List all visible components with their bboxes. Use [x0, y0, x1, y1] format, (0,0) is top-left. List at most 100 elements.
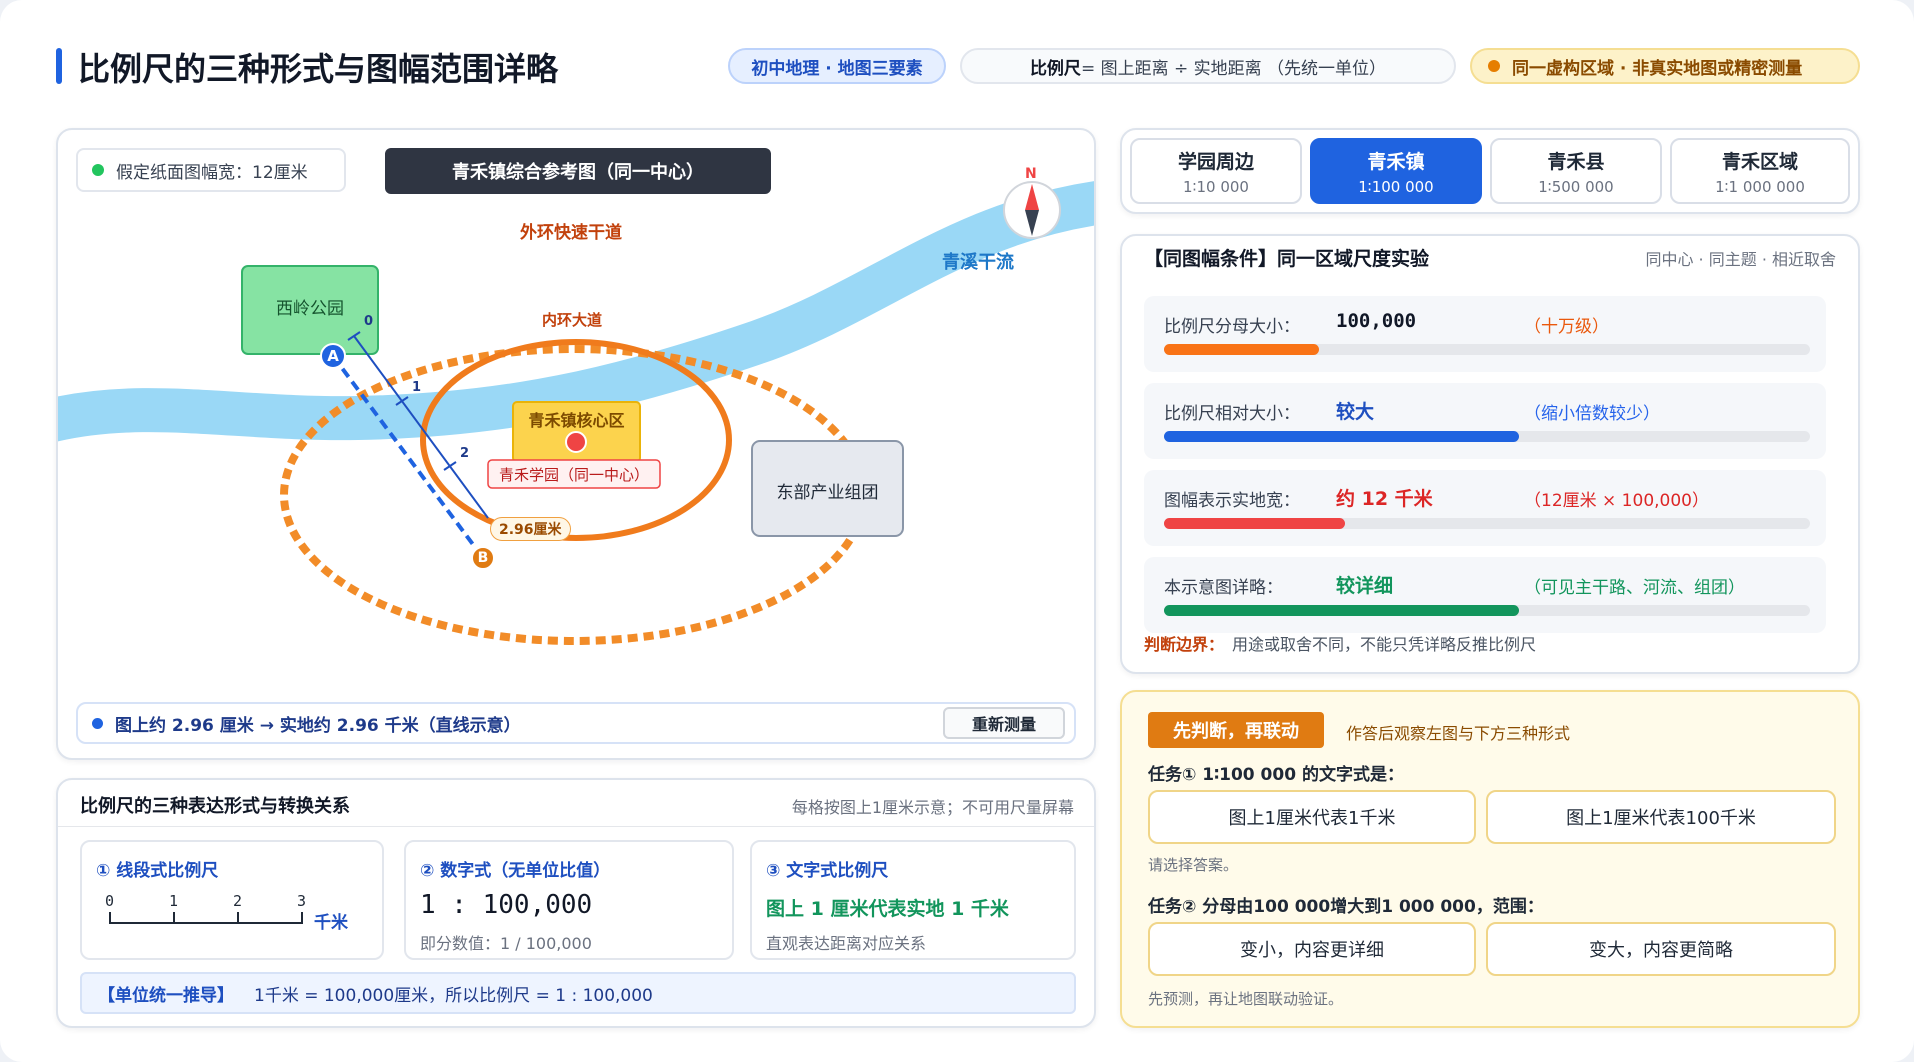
tab-campus-area-name: 学园周边 — [1177, 150, 1254, 173]
tab-town-name: 青禾镇 — [1367, 150, 1425, 173]
point-b-marker[interactable]: B — [471, 546, 495, 570]
text-scale-card: ③ 文字式比例尺 图上 1 厘米代表实地 1 千米 直观表达距离对应关系 — [750, 840, 1076, 960]
tab-town[interactable]: 青禾镇 1∶100 000 — [1310, 138, 1482, 204]
metric-note: （可见主干路、河流、组团） — [1524, 578, 1745, 598]
scale-tabs-card: 学园周边 1∶10 000 青禾镇 1∶100 000 青禾县 1∶500 00… — [1120, 128, 1860, 214]
metric-bar-fill — [1164, 431, 1520, 442]
line-scale-tick — [237, 912, 239, 924]
text-scale-heading: ③ 文字式比例尺 — [766, 861, 889, 881]
tab-county-scale: 1∶500 000 — [1538, 177, 1614, 196]
task1-hint: 请选择答案。 — [1148, 856, 1239, 874]
measure-distance-label: 2.96厘米 — [499, 522, 562, 538]
line-scale-bar — [110, 922, 302, 924]
task1-option-1km-label: 图上1厘米代表1千米 — [1228, 808, 1396, 829]
school-label: 青禾学园（同一中心） — [498, 466, 649, 484]
task1-option-1km[interactable]: 图上1厘米代表1千米 — [1148, 790, 1476, 844]
experiment-title: 【同图幅条件】同一区域尺度实验 — [1144, 248, 1430, 270]
metric-bar-fill — [1164, 605, 1520, 616]
metric-label: 本示意图详略： — [1164, 578, 1283, 598]
unit-derivation-bar: 【单位统一推导】 1千米 = 100,000厘米，所以比例尺 = 1 : 100… — [80, 972, 1076, 1014]
task1-option-100km[interactable]: 图上1厘米代表100千米 — [1486, 790, 1836, 844]
paper-width-label: 假定纸面图幅宽：12厘米 — [116, 162, 308, 183]
forms-title: 比例尺的三种表达形式与转换关系 — [80, 796, 350, 817]
topic-tag-label: 初中地理 · 地图三要素 — [751, 58, 923, 79]
numeric-scale-heading: ② 数字式（无单位比值） — [420, 861, 611, 881]
boundary-note: 判断边界： 用途或取舍不同，不能只凭详略反推比例尺 — [1144, 631, 1536, 655]
app-frame: 比例尺的三种形式与图幅范围详略 初中地理 · 地图三要素 比例尺 = 图上距离 … — [0, 0, 1914, 1062]
point-a-label: A — [327, 347, 339, 365]
experiment-card: 【同图幅条件】同一区域尺度实验 同中心 · 同主题 · 相近取舍 比例尺分母大小… — [1120, 234, 1860, 674]
measure-result-text: 图上约 2.96 厘米 → 实地约 2.96 千米（直线示意） — [115, 715, 521, 736]
page-title: 比例尺的三种形式与图幅范围详略 — [78, 50, 559, 88]
metric-label: 比例尺分母大小： — [1164, 317, 1300, 337]
point-a-marker[interactable]: A — [320, 343, 346, 369]
map-title-badge: 青禾镇综合参考图（同一中心） — [385, 148, 771, 194]
metric-note: （缩小倍数较少） — [1524, 404, 1660, 424]
derivation-label: 【单位统一推导】 — [98, 985, 234, 1006]
task2-question: 任务② 分母由100 000增大到1 000 000，范围： — [1148, 897, 1544, 917]
map-title: 青禾镇综合参考图（同一中心） — [452, 162, 704, 183]
formula-rest: = 图上距离 ÷ 实地距离 （先统一单位） — [1080, 58, 1387, 79]
task2-option-larger[interactable]: 变大，内容更简略 — [1486, 922, 1836, 976]
quiz-badge-note: 作答后观察左图与下方三种形式 — [1346, 724, 1571, 743]
quiz-card: 先判断，再联动 作答后观察左图与下方三种形式 任务① 1∶100 000 的文字… — [1120, 690, 1860, 1028]
tab-region-scale: 1∶1 000 000 — [1715, 177, 1805, 196]
compass-n-label: N — [1025, 166, 1037, 182]
task2-hint: 先预测，再让地图联动验证。 — [1148, 990, 1344, 1008]
forms-card: 比例尺的三种表达形式与转换关系 每格按图上1厘米示意；不可用尺量屏幕 ① 线段式… — [56, 778, 1096, 1028]
line-scale-tick — [109, 912, 111, 924]
remeasure-button-label: 重新测量 — [971, 715, 1036, 734]
quiz-badge: 先判断，再联动 — [1148, 712, 1324, 748]
text-scale-value: 图上 1 厘米代表实地 1 千米 — [766, 898, 1009, 920]
task2-option-larger-label: 变大，内容更简略 — [1589, 940, 1733, 961]
outer-ring-label: 外环快速干道 — [520, 223, 622, 243]
ruler-tick-label-0: 0 — [364, 314, 374, 329]
forms-divider — [58, 826, 1094, 827]
compass-icon — [1003, 181, 1061, 239]
tab-campus-area-scale: 1∶10 000 — [1183, 177, 1249, 196]
metric-value: 100,000 — [1336, 310, 1417, 332]
quiz-badge-label: 先判断，再联动 — [1173, 721, 1299, 742]
green-dot-icon — [92, 164, 104, 176]
metric-row-detail-level: 本示意图详略： 较详细 （可见主干路、河流、组团） — [1144, 557, 1826, 633]
tab-county[interactable]: 青禾县 1∶500 000 — [1490, 138, 1662, 204]
line-scale-tick-label: 2 — [233, 892, 243, 910]
line-scale-tick-label: 1 — [169, 892, 179, 910]
metric-row-relative-size: 比例尺相对大小： 较大 （缩小倍数较少） — [1144, 383, 1826, 459]
disclaimer-tag: 同一虚构区域 · 非真实地图或精密测量 — [1470, 48, 1860, 84]
metric-bar-track — [1164, 344, 1810, 355]
remeasure-button[interactable]: 重新测量 — [943, 707, 1065, 739]
line-scale-unit: 千米 — [314, 913, 348, 933]
tab-region[interactable]: 青禾区域 1∶1 000 000 — [1670, 138, 1850, 204]
measure-distance-tag: 2.96厘米 — [490, 517, 571, 541]
ruler-tick-label-2: 2 — [460, 446, 470, 461]
tab-county-name: 青禾县 — [1547, 150, 1605, 173]
metric-row-denominator: 比例尺分母大小： 100,000 （十万级） — [1144, 296, 1826, 372]
tab-town-scale: 1∶100 000 — [1358, 177, 1434, 196]
metric-bar-fill — [1164, 518, 1345, 529]
paper-width-tag: 假定纸面图幅宽：12厘米 — [76, 148, 346, 192]
metric-note: （12厘米 × 100,000） — [1524, 491, 1709, 511]
park-label: 西岭公园 — [276, 299, 344, 319]
tab-campus-area[interactable]: 学园周边 1∶10 000 — [1130, 138, 1302, 204]
core-label: 青禾镇核心区 — [528, 411, 625, 430]
metric-bar-track — [1164, 605, 1810, 616]
metric-note: （十万级） — [1524, 317, 1609, 337]
point-b-label: B — [477, 550, 489, 566]
numeric-scale-card: ② 数字式（无单位比值） 1 : 100,000 即分数值：1 / 100,00… — [404, 840, 734, 960]
experiment-subtitle: 同中心 · 同主题 · 相近取舍 — [1645, 250, 1836, 269]
line-scale-card: ① 线段式比例尺 0 1 2 3 千米 — [80, 840, 384, 960]
forms-hint: 每格按图上1厘米示意；不可用尺量屏幕 — [791, 798, 1074, 817]
metric-label: 比例尺相对大小： — [1164, 404, 1300, 424]
school-marker-icon — [565, 431, 587, 453]
line-scale-heading: ① 线段式比例尺 — [96, 861, 219, 881]
formula-strong: 比例尺 — [1029, 58, 1081, 79]
boundary-text: 用途或取舍不同，不能只凭详略反推比例尺 — [1232, 635, 1537, 654]
numeric-scale-value: 1 : 100,000 — [420, 890, 593, 920]
metric-value: 约 12 千米 — [1336, 488, 1433, 510]
metric-value: 较详细 — [1336, 575, 1394, 597]
ruler-tick-2 — [443, 461, 457, 471]
task2-option-smaller[interactable]: 变小，内容更详细 — [1148, 922, 1476, 976]
numeric-scale-sub: 即分数值：1 / 100,000 — [420, 934, 592, 953]
title-accent-bar — [56, 48, 62, 84]
